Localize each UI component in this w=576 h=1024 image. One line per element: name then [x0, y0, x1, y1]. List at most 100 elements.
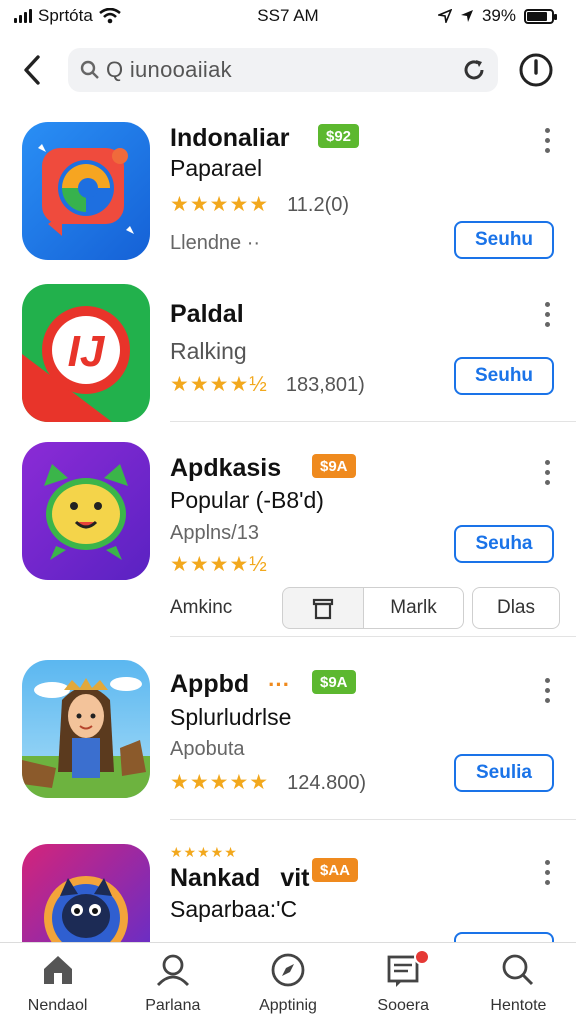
battery-percent: 39%	[481, 6, 516, 25]
install-button[interactable]: Seuha	[454, 525, 554, 563]
rating-count: 124.800)	[287, 772, 367, 794]
app-title: Paldal	[170, 300, 244, 328]
top-bar: Q iunooaiiak	[0, 42, 576, 98]
notification-dot	[413, 949, 430, 965]
app-subtitle: Ralking	[170, 338, 247, 364]
navigation-icon	[460, 10, 473, 22]
search-icon	[80, 60, 99, 79]
install-button[interactable]: Seuhu	[454, 357, 554, 395]
chevron-left-icon	[24, 55, 40, 85]
app-title: Apdkasis	[170, 454, 282, 482]
star-rating: ★★★★½	[170, 552, 268, 577]
app-title: Indonaliar	[170, 124, 290, 152]
signal-icon	[14, 9, 32, 23]
nav-label: Parlana	[145, 997, 201, 1014]
app-meta: Llendne ··	[170, 232, 261, 254]
star-rating: ★★★★★ 124.800)	[170, 770, 366, 795]
app-subtitle: Popular (-B8'd)	[170, 487, 324, 513]
more-options-icon[interactable]	[540, 128, 554, 153]
app-icon	[22, 442, 150, 580]
divider	[170, 819, 576, 820]
app-list-item[interactable]: Appbd ··· $9A Splurludrlse Apobuta ★★★★★…	[0, 656, 576, 816]
nav-label: Nendaol	[27, 997, 88, 1014]
back-button[interactable]	[14, 50, 50, 90]
app-meta: Apobuta	[170, 738, 245, 760]
status-left: Sprtóta	[14, 6, 121, 26]
app-icon	[22, 844, 150, 942]
refresh-icon[interactable]	[462, 58, 486, 82]
star-rating: ★★★★★ 11.2(0)	[170, 192, 349, 217]
search-icon	[503, 954, 534, 986]
app-title: Appbd ···	[170, 670, 290, 699]
filter-segment: Amkinc Marlk Dlas	[170, 587, 560, 629]
more-options-icon[interactable]	[540, 302, 554, 327]
badge-text: $AA	[320, 861, 351, 879]
app-list-item[interactable]: ★★★★★ Nankad vit $AA Saparbaa:'C	[0, 840, 576, 942]
nav-item-explore[interactable]: Apptinig	[230, 943, 345, 1024]
title-ornament: ···	[268, 672, 291, 697]
segment-option-dlas[interactable]: Dlas	[472, 587, 560, 629]
app-title: Nankad vit	[170, 864, 310, 893]
app-subtitle: Splurludrlse	[170, 704, 292, 730]
divider	[170, 636, 576, 637]
compass-icon	[271, 953, 305, 987]
segment-label: Amkinc	[170, 597, 233, 618]
nav-label: Apptinig	[259, 997, 317, 1014]
profile-icon	[156, 954, 189, 986]
star-rating: ★★★★★	[170, 844, 238, 861]
status-bar: Sprtóta SS7 AM 39%	[0, 0, 576, 32]
app-meta: Applns/13	[170, 522, 259, 544]
search-bar[interactable]: Q iunooaiiak	[68, 48, 498, 92]
more-options-icon[interactable]	[540, 678, 554, 703]
stars-text: ★★★★★	[170, 771, 270, 794]
app-subtitle: Paparael	[170, 155, 263, 181]
home-icon	[43, 956, 72, 984]
more-options-icon[interactable]	[540, 460, 554, 485]
nav-item-profile[interactable]: Parlana	[115, 943, 230, 1024]
badge-text: $92	[326, 127, 352, 145]
location-icon	[437, 9, 452, 23]
badge-text: $9A	[320, 673, 348, 691]
nav-label: Hentote	[490, 997, 547, 1014]
price-badge: $92	[318, 124, 360, 148]
app-icon: IJ	[22, 284, 150, 422]
bottom-navigation: Nendaol Parlana Apptinig Sooera Hentote	[0, 942, 576, 1024]
wifi-icon	[99, 8, 121, 24]
stars-text: ★★★★½	[170, 373, 268, 396]
price-badge: $9A	[312, 454, 356, 478]
app-list-item[interactable]: IJ Paldal Ralking ★★★★½ 183,801) Seuhu	[0, 280, 576, 422]
status-right: 39%	[437, 6, 557, 26]
stars-text: ★★★★★	[170, 193, 270, 216]
search-input[interactable]: Q iunooaiiak	[106, 57, 462, 83]
app-subtitle: Saparbaa:'C	[170, 896, 298, 922]
rating-count: 11.2(0)	[287, 194, 350, 216]
segment-option-mark[interactable]: Marlk	[364, 587, 464, 629]
install-button[interactable]: Seulia	[454, 754, 554, 792]
price-badge: $AA	[312, 858, 359, 882]
info-icon[interactable]	[518, 52, 554, 88]
divider	[170, 421, 576, 422]
badge-text: $9A	[320, 457, 348, 475]
app-list-item[interactable]: Indonaliar $92 Paparael ★★★★★ 11.2(0) Lle…	[0, 118, 576, 278]
svg-text:IJ: IJ	[68, 327, 106, 376]
stars-text: ★★★★★	[170, 844, 238, 860]
app-icon	[22, 122, 150, 260]
price-badge: $9A	[312, 670, 356, 694]
install-button[interactable]	[454, 932, 554, 942]
app-title-text: Appbd	[170, 670, 250, 698]
star-rating: ★★★★½ 183,801)	[170, 372, 365, 397]
battery-level	[527, 11, 548, 21]
more-options-icon[interactable]	[540, 860, 554, 885]
segment-option-trash[interactable]	[282, 587, 364, 629]
app-title-text: Nankad	[170, 864, 261, 892]
carrier-name: Sprtóta	[38, 6, 93, 25]
trash-icon	[312, 598, 334, 620]
install-button[interactable]: Seuhu	[454, 221, 554, 259]
nav-item-search[interactable]: Hentote	[461, 943, 576, 1024]
stars-text: ★★★★½	[170, 553, 268, 576]
app-icon	[22, 660, 150, 798]
app-title-suffix: vit	[280, 864, 310, 892]
nav-item-inbox[interactable]: Sooera	[346, 943, 461, 1024]
battery-icon	[524, 8, 557, 24]
nav-item-home[interactable]: Nendaol	[0, 943, 115, 1024]
